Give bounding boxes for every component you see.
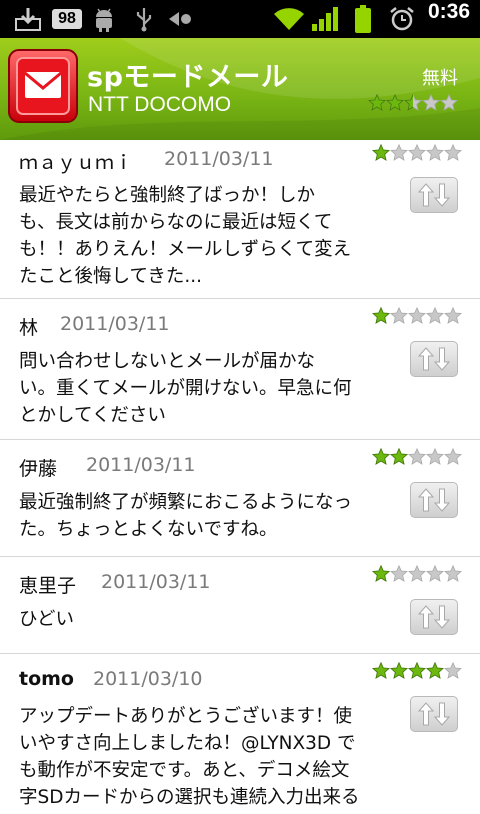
star-icon bbox=[444, 661, 462, 679]
review-date: 2011/03/11 bbox=[164, 148, 274, 170]
review-vote-button[interactable] bbox=[410, 482, 458, 518]
notification-count-badge: 98 bbox=[52, 9, 82, 29]
star-icon bbox=[390, 306, 408, 324]
review-date: 2011/03/10 bbox=[93, 668, 203, 690]
up-down-arrows-icon bbox=[417, 183, 451, 207]
star-icon bbox=[426, 143, 444, 161]
star-icon bbox=[426, 447, 444, 465]
review-text-line: 問い合わせしないとメールが届かな bbox=[19, 351, 316, 372]
up-down-arrows-icon bbox=[417, 347, 451, 371]
review-rating-stars bbox=[372, 661, 462, 683]
star-icon bbox=[408, 306, 426, 324]
app-developer: NTT DOCOMO bbox=[88, 93, 232, 116]
star-icon bbox=[372, 661, 390, 679]
review-text-line: ひどい bbox=[19, 609, 74, 630]
review-text-line: も動作が不安定です。あと、デコメ絵文 bbox=[19, 760, 350, 781]
alarm-icon bbox=[389, 0, 415, 38]
up-down-arrows-icon bbox=[417, 702, 451, 726]
review-item: 林 2011/03/11 問い合わせしないとメールが届かな い。重くてメールが開… bbox=[0, 299, 480, 440]
status-bar: 98 0:36 bbox=[0, 0, 480, 38]
review-text-line: 字SDカードからの選択も連続入力出来る bbox=[19, 787, 360, 808]
star-icon bbox=[404, 93, 422, 111]
review-text-line: 最近強制終了が頻繁におこるようになっ bbox=[19, 492, 353, 513]
review-text: アップデートありがとうございます！使 いやすさ向上しましたね！@LYNX3D で… bbox=[19, 703, 404, 811]
star-icon bbox=[372, 306, 390, 324]
review-author: 林 bbox=[19, 317, 39, 339]
review-item: tomo 2011/03/10 アップデートありがとうございます！使 いやすさ向… bbox=[0, 654, 480, 814]
back-arrow-icon bbox=[166, 0, 194, 38]
star-icon bbox=[444, 143, 462, 161]
review-text-line: い。重くてメールが開けない。早急に何 bbox=[19, 378, 352, 399]
star-icon bbox=[426, 564, 444, 582]
android-debug-icon bbox=[90, 0, 118, 38]
star-icon bbox=[440, 93, 458, 111]
star-icon bbox=[372, 564, 390, 582]
up-down-arrows-icon bbox=[417, 488, 451, 512]
review-rating-stars bbox=[372, 306, 462, 328]
review-text-line: いやすさ向上しましたね！@LYNX3D で bbox=[19, 733, 356, 754]
review-text-line: も！！ありえん！メールしずらくて変え bbox=[19, 239, 352, 260]
battery-icon bbox=[352, 0, 374, 38]
star-icon bbox=[408, 143, 426, 161]
review-author: tomo bbox=[19, 668, 74, 690]
review-author: ｍａｙｕｍｉ bbox=[19, 152, 134, 174]
star-icon bbox=[368, 93, 386, 111]
star-icon bbox=[426, 306, 444, 324]
review-date: 2011/03/11 bbox=[60, 313, 170, 335]
star-icon bbox=[444, 306, 462, 324]
review-date: 2011/03/11 bbox=[86, 454, 196, 476]
review-vote-button[interactable] bbox=[410, 177, 458, 213]
star-icon bbox=[390, 447, 408, 465]
star-icon bbox=[386, 93, 404, 111]
star-icon bbox=[408, 661, 426, 679]
mail-envelope-icon bbox=[7, 48, 79, 124]
star-icon bbox=[372, 143, 390, 161]
review-rating-stars bbox=[372, 564, 462, 586]
star-icon bbox=[444, 564, 462, 582]
app-rating-stars bbox=[368, 93, 458, 115]
review-list: ｍａｙｕｍｉ 2011/03/11 最近やたらと強制終了ばっか！しか も、長文は… bbox=[0, 140, 480, 814]
review-text-line: た。ちょっとよくないですね。 bbox=[19, 519, 278, 540]
star-icon bbox=[408, 447, 426, 465]
usb-icon bbox=[132, 0, 156, 38]
review-date: 2011/03/11 bbox=[101, 571, 211, 593]
review-text-line: たこと後悔してきた... bbox=[19, 266, 203, 287]
star-icon bbox=[390, 143, 408, 161]
review-text-line: とかしてください bbox=[19, 405, 166, 426]
up-down-arrows-icon bbox=[417, 605, 451, 629]
review-item: ｍａｙｕｍｉ 2011/03/11 最近やたらと強制終了ばっか！しか も、長文は… bbox=[0, 140, 480, 299]
review-text-line: 最近やたらと強制終了ばっか！しか bbox=[19, 185, 316, 206]
app-header[interactable]: spモードメール NTT DOCOMO 無料 bbox=[0, 38, 480, 140]
star-icon bbox=[426, 661, 444, 679]
review-text-line: も、長文は前からなのに最近は短くて bbox=[19, 212, 333, 233]
review-author: 伊藤 bbox=[19, 458, 58, 480]
wifi-icon bbox=[272, 0, 306, 38]
review-vote-button[interactable] bbox=[410, 696, 458, 732]
app-title: spモードメール bbox=[87, 62, 289, 93]
review-item: 恵里子 2011/03/11 ひどい bbox=[0, 557, 480, 654]
star-icon bbox=[444, 447, 462, 465]
star-icon bbox=[390, 661, 408, 679]
clock: 0:36 bbox=[427, 0, 470, 23]
star-icon bbox=[372, 447, 390, 465]
review-author: 恵里子 bbox=[19, 575, 77, 597]
star-icon bbox=[422, 93, 440, 111]
star-icon bbox=[390, 564, 408, 582]
review-text: ひどい bbox=[19, 606, 404, 633]
signal-icon bbox=[310, 0, 340, 38]
star-icon bbox=[408, 564, 426, 582]
review-vote-button[interactable] bbox=[410, 599, 458, 635]
review-text-line: アップデートありがとうございます！使 bbox=[19, 706, 353, 727]
review-text: 問い合わせしないとメールが届かな い。重くてメールが開けない。早急に何 とかして… bbox=[19, 348, 404, 429]
review-vote-button[interactable] bbox=[410, 341, 458, 377]
review-item: 伊藤 2011/03/11 最近強制終了が頻繁におこるようになっ た。ちょっとよ… bbox=[0, 440, 480, 557]
review-rating-stars bbox=[372, 447, 462, 469]
review-text: 最近強制終了が頻繁におこるようになっ た。ちょっとよくないですね。 bbox=[19, 489, 404, 543]
app-price: 無料 bbox=[422, 68, 458, 89]
review-text: 最近やたらと強制終了ばっか！しか も、長文は前からなのに最近は短くて も！！あり… bbox=[19, 182, 404, 290]
download-icon bbox=[14, 0, 42, 38]
review-rating-stars bbox=[372, 143, 462, 165]
